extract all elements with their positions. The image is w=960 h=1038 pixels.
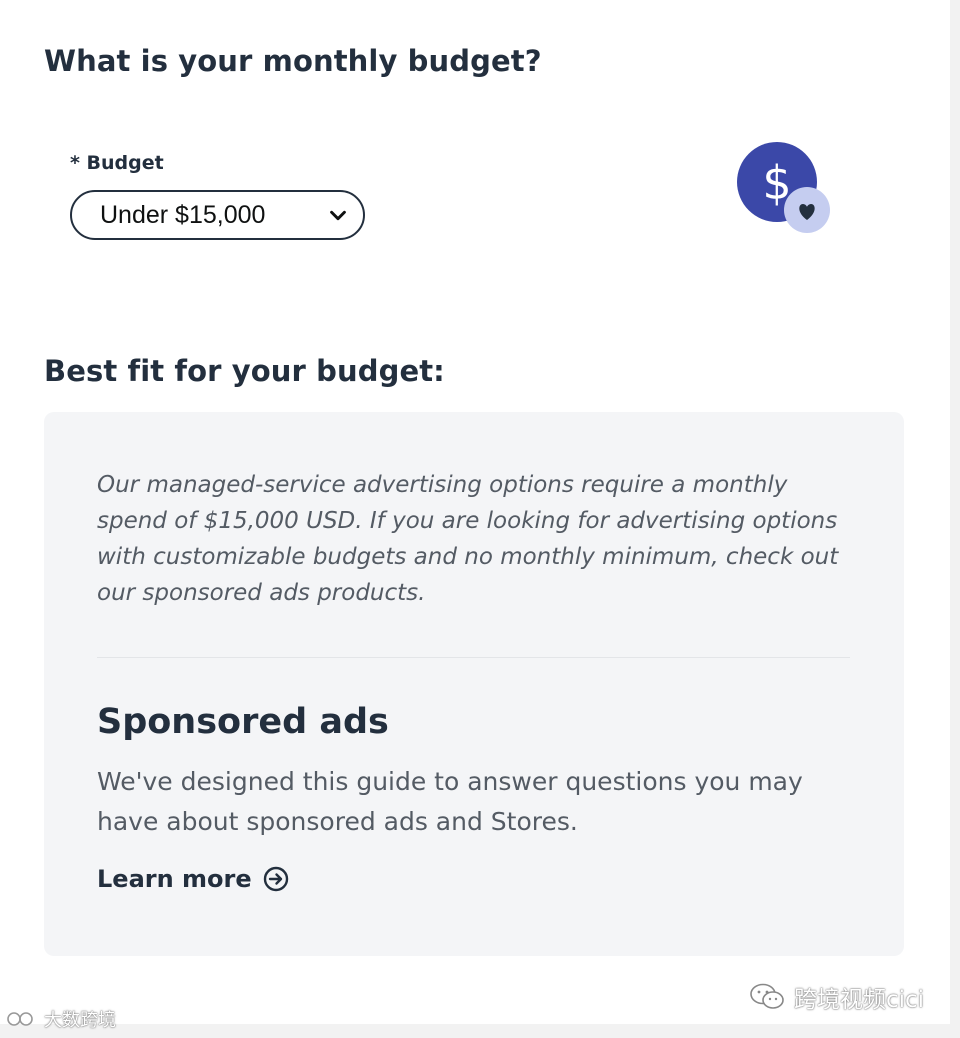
- product-description: We've designed this guide to answer ques…: [97, 767, 803, 836]
- watermark-left: 大数跨境: [6, 1006, 116, 1032]
- budget-selected-value: Under $15,000: [100, 200, 266, 229]
- best-fit-card: Our managed-service advertising options …: [44, 412, 904, 956]
- circle-arrow-right-icon: [263, 866, 288, 892]
- card-divider: [97, 657, 850, 658]
- product-title: Sponsored ads: [97, 702, 389, 742]
- budget-select[interactable]: Under $15,000: [70, 190, 365, 240]
- watermark-right-text: 跨境视频cici: [794, 987, 925, 1013]
- dollar-heart-icon: $: [737, 142, 830, 233]
- managed-service-notice: Our managed-service advertising options …: [97, 472, 839, 606]
- best-fit-heading: Best fit for your budget:: [44, 354, 445, 388]
- chevron-down-icon: [330, 210, 346, 221]
- page: What is your monthly budget? * Budget Un…: [0, 0, 950, 1024]
- budget-question-heading: What is your monthly budget?: [44, 44, 542, 78]
- watermark-left-text: 大数跨境: [44, 1010, 116, 1031]
- learn-more-label: Learn more: [97, 865, 252, 893]
- wechat-icon: [750, 983, 784, 1009]
- learn-more-link[interactable]: Learn more: [97, 865, 290, 893]
- budget-field-label: * Budget: [70, 152, 164, 174]
- watermark-logo-icon: [7, 1012, 33, 1026]
- watermark-right: 跨境视频cici: [748, 980, 924, 1014]
